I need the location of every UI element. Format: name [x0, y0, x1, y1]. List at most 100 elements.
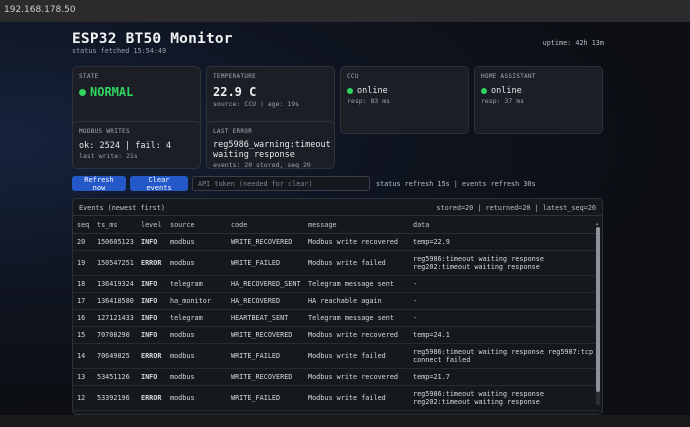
event-seq: 18	[73, 275, 93, 293]
last-error-label: LAST ERROR	[213, 128, 253, 135]
event-seq: 13	[73, 368, 93, 386]
ccu-status-dot	[347, 87, 353, 94]
home-assistant-status: online	[481, 86, 596, 96]
column-header-seq: seq	[73, 217, 93, 234]
event-level: ERROR	[137, 343, 166, 369]
event-code: WRITE_FAILED	[227, 343, 304, 369]
column-header-message: message	[304, 217, 409, 234]
event-seq: 15	[73, 326, 93, 344]
event-data: reg5986:timeout waiting response reg202:t…	[409, 385, 598, 411]
refresh-now-button[interactable]: Refresh now	[72, 176, 126, 192]
event-data-line2: connect failed	[413, 356, 471, 364]
event-source: ha_monitor	[166, 292, 227, 310]
column-header-source: source	[166, 217, 227, 234]
temperature-value: 22.9 C	[213, 85, 257, 99]
event-timestamp: 150605123	[93, 233, 137, 251]
clear-events-button[interactable]: Clear events	[130, 176, 188, 192]
scroll-up-arrow-icon[interactable]: ▲	[596, 221, 600, 226]
temperature-detail: source: CCU | age: 19s	[213, 100, 300, 108]
status-fetched-time: status fetched 15:54:49	[72, 47, 167, 55]
events-divider	[73, 215, 602, 216]
event-data: temp=22.9	[409, 233, 598, 251]
events-scrollbar[interactable]	[596, 227, 600, 405]
column-header-ts-ms: ts_ms	[93, 217, 137, 234]
event-code: WRITE_RECOVERED	[227, 368, 304, 386]
last-error-line1: reg5986_warning:timeout	[213, 140, 331, 150]
event-code: WRITE_FAILED	[227, 250, 304, 276]
event-data-line2: reg202:timeout waiting response	[413, 263, 540, 271]
table-row: 15 70708290 INFO modbus WRITE_RECOVERED Modbu…	[73, 326, 598, 344]
events-table: seq ts_ms level source code message data 20 150…	[73, 217, 598, 414]
event-data: reg5986:timeout waiting response reg202:t…	[409, 250, 598, 276]
events-panel: Events (newest first) stored=20 | return…	[72, 198, 603, 415]
event-source: modbus	[166, 233, 227, 251]
event-level: INFO	[137, 368, 166, 386]
state-value: NORMAL	[79, 85, 194, 99]
event-code: HEARTBEAT_SENT	[227, 309, 304, 327]
state-label: STATE	[79, 73, 99, 80]
event-message: HA reachable again	[304, 292, 409, 310]
taskbar-strip	[0, 415, 690, 427]
event-level: ERROR	[137, 385, 166, 411]
event-source: modbus	[166, 343, 227, 369]
events-table-header: seq ts_ms level source code message data	[73, 217, 598, 234]
page-title: ESP32 BT50 Monitor	[72, 31, 233, 47]
monitor-page: ESP32 BT50 Monitor status fetched 15:54:…	[0, 22, 690, 415]
event-code: WRITE_FAILED	[227, 385, 304, 411]
event-source: modbus	[166, 326, 227, 344]
last-error-line2: waiting response	[213, 150, 295, 160]
event-data-line1: temp=24.1	[413, 330, 450, 339]
ccu-status: online	[347, 86, 462, 96]
event-level: INFO	[137, 275, 166, 293]
refresh-interval-info: status refresh 15s | events refresh 30s	[376, 180, 536, 188]
uptime-readout: uptime: 42h 13m	[542, 39, 604, 47]
event-source: telegram	[166, 309, 227, 327]
event-timestamp: 150547251	[93, 250, 137, 276]
modbus-writes-label: MODBUS WRITES	[79, 128, 130, 135]
last-error-message: reg5986_warning:timeout waiting response	[213, 140, 331, 160]
last-error-card: LAST ERROR reg5986_warning:timeout waiti…	[206, 121, 335, 169]
table-row: 19 150547251 ERROR modbus WRITE_FAILED Modbus…	[73, 250, 598, 276]
api-token-input[interactable]	[192, 176, 370, 191]
column-header-level: level	[137, 217, 166, 234]
last-error-detail: events: 20 stored, seq 20	[213, 161, 311, 169]
event-data-line1: -	[413, 296, 418, 305]
home-assistant-response-time: resp: 37 ms	[481, 97, 525, 105]
column-header-data: data	[409, 217, 598, 234]
table-row: 17 136418580 INFO ha_monitor HA_RECOVERED HA …	[73, 292, 598, 310]
event-level: ERROR	[137, 250, 166, 276]
browser-url[interactable]: 192.168.178.50	[4, 5, 76, 15]
event-source: telegram	[166, 275, 227, 293]
event-data-line1: temp=21.7	[413, 372, 450, 381]
modbus-writes-card: MODBUS WRITES ok: 2524 | fail: 4 last wr…	[72, 121, 201, 169]
home-assistant-status-dot	[481, 87, 487, 94]
event-seq: 19	[73, 250, 93, 276]
event-code: WRITE_RECOVERED	[227, 326, 304, 344]
event-code: WRITE_RECOVERED	[227, 233, 304, 251]
event-data-line2: reg202:timeout waiting response	[413, 398, 540, 406]
event-message: Modbus write recovered	[304, 233, 409, 251]
table-row: 18 136419324 INFO telegram HA_RECOVERED_SENT…	[73, 275, 598, 293]
events-scrollbar-thumb[interactable]	[596, 227, 600, 392]
event-message: Modbus write failed	[304, 385, 409, 411]
event-data-line1: reg5986:timeout waiting response	[413, 389, 544, 398]
event-code: HA_RECOVERED	[227, 292, 304, 310]
ccu-response-time: resp: 83 ms	[347, 97, 391, 105]
table-row: 20 150605123 INFO modbus WRITE_RECOVERED Modb…	[73, 233, 598, 251]
event-timestamp: 70649825	[93, 343, 137, 369]
state-status-dot	[79, 89, 86, 96]
modbus-writes-counts: ok: 2524 | fail: 4	[79, 141, 172, 151]
column-header-code: code	[227, 217, 304, 234]
events-title: Events (newest first)	[79, 204, 165, 212]
event-message: Telegram message sent	[304, 309, 409, 327]
event-level: INFO	[137, 233, 166, 251]
event-timestamp: 127121433	[93, 309, 137, 327]
browser-address-bar[interactable]: 192.168.178.50	[0, 0, 690, 23]
event-seq: 12	[73, 385, 93, 411]
ccu-card: CCU online resp: 83 ms	[340, 66, 469, 134]
event-level: INFO	[137, 326, 166, 344]
state-value-text: NORMAL	[90, 85, 134, 99]
event-data: -	[409, 309, 598, 327]
event-timestamp: 53392196	[93, 385, 137, 411]
event-data: temp=24.1	[409, 326, 598, 344]
